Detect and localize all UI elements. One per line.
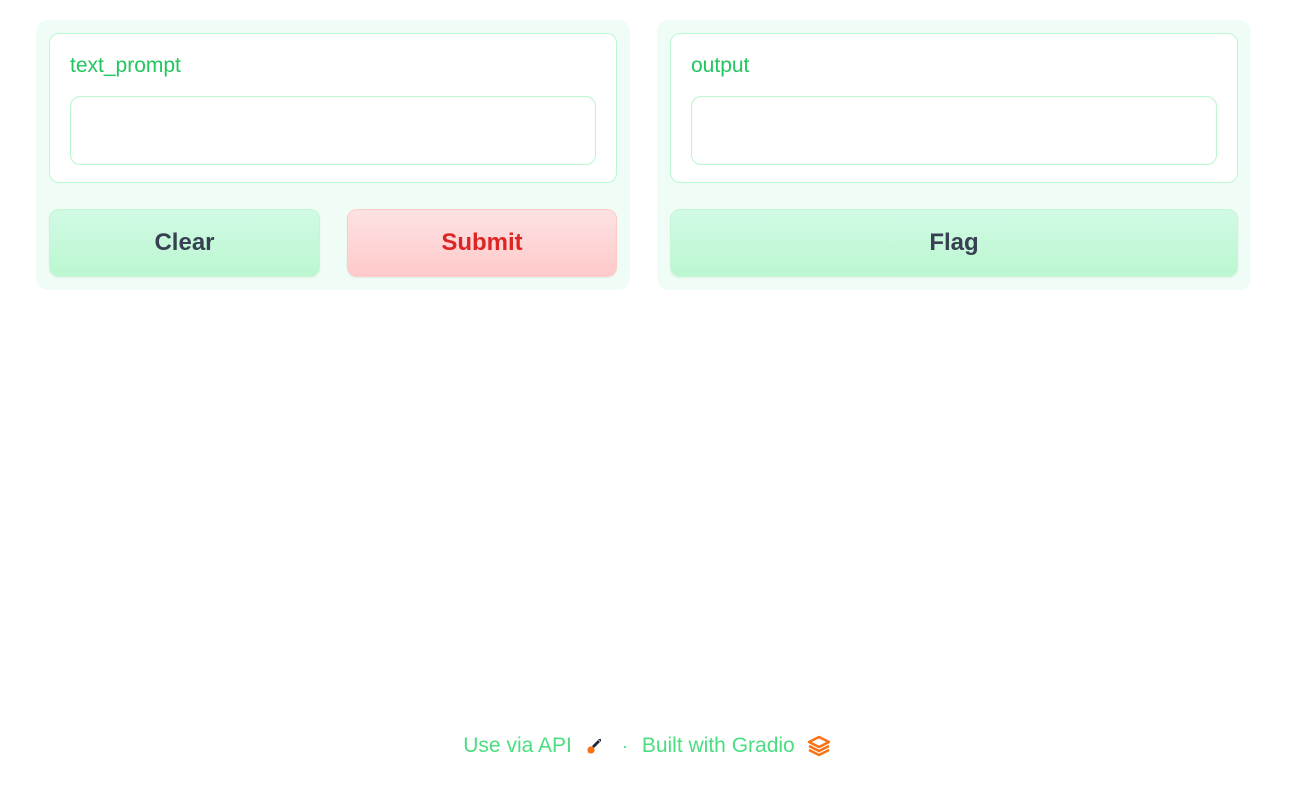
- gradio-logo-icon: [807, 735, 831, 757]
- footer-separator: ·: [621, 735, 628, 756]
- rocket-icon: [584, 736, 604, 756]
- text-prompt-input[interactable]: [70, 96, 596, 165]
- use-via-api-link[interactable]: Use via API: [463, 734, 572, 758]
- submit-button[interactable]: Submit: [347, 209, 617, 277]
- output-panel: output Flag: [657, 20, 1251, 290]
- output-label: output: [691, 54, 750, 77]
- footer: Use via API · Built with Gradio: [0, 734, 1294, 758]
- built-with-gradio-link[interactable]: Built with Gradio: [642, 734, 795, 758]
- clear-button[interactable]: Clear: [49, 209, 320, 277]
- input-panel: text_prompt Clear Submit: [36, 20, 630, 290]
- text-prompt-label: text_prompt: [70, 54, 181, 77]
- flag-button[interactable]: Flag: [670, 209, 1238, 277]
- output-block: output: [670, 33, 1238, 183]
- built-with-gradio-label: Built with Gradio: [641, 734, 795, 757]
- output-textbox: [691, 96, 1217, 165]
- text-prompt-block: text_prompt: [49, 33, 617, 183]
- use-via-api-label: Use via API: [463, 734, 572, 757]
